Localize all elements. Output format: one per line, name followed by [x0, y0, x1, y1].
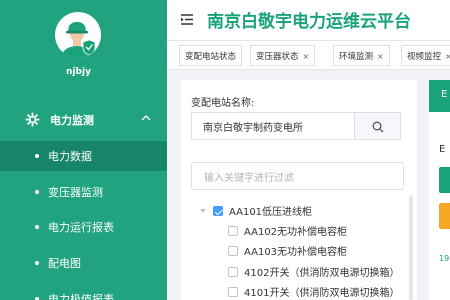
tree-checkbox[interactable]: [228, 246, 238, 256]
close-icon[interactable]: ×: [377, 52, 384, 61]
sidebar-item-distribution-diagram[interactable]: 配电图: [0, 248, 167, 278]
tree-node-label: AA102无功补偿电容柜: [244, 227, 348, 238]
sidebar-item-label: 变压器监测: [48, 186, 103, 199]
sidebar: njbjy 电力监测 电力数据 变压器监测 电力运行报表 配电图 电力极值报表: [0, 0, 167, 300]
sidebar-item-power-operation-report[interactable]: 电力运行报表: [0, 212, 167, 242]
search-icon: [372, 121, 384, 133]
username: njbjy: [66, 67, 91, 77]
sidebar-item-power-extreme-report[interactable]: 电力极值报表: [0, 284, 167, 300]
sidebar-item-label: 电力数据: [48, 150, 92, 163]
station-select[interactable]: 南京白敬宇制药变电所: [191, 112, 354, 140]
monitor-gear-icon: [25, 112, 40, 127]
menu-toggle-icon[interactable]: [181, 14, 193, 25]
station-label: 变配电站名称:: [191, 98, 255, 109]
tree-checkbox[interactable]: [228, 226, 238, 236]
bullet-icon: [35, 154, 39, 158]
right-card-green-button[interactable]: [439, 167, 450, 193]
right-card-orange-button[interactable]: [439, 203, 450, 229]
bullet-icon: [35, 225, 39, 229]
tree-node-label: AA101低压进线柜: [229, 207, 313, 218]
tree-checkbox[interactable]: [228, 267, 238, 277]
tab-bar: 变配电站状态 变压器状态× 环境监测× 视频监控×: [167, 40, 450, 70]
tab-environment-monitoring[interactable]: 环境监测 ×: [333, 45, 390, 66]
tree-checkbox[interactable]: [228, 287, 238, 297]
avatar[interactable]: [55, 12, 101, 58]
tab-label: 变压器状态: [256, 52, 299, 62]
menu-group-label: 电力监测: [50, 114, 94, 127]
right-card-number: 19: [439, 254, 450, 263]
right-card: E E 19: [429, 80, 450, 300]
tab-label: 环境监测: [339, 52, 374, 62]
tree-node-label: AA103无功补偿电容柜: [244, 247, 348, 258]
filter-input[interactable]: 输入关键字进行过滤: [191, 162, 404, 190]
tab-substation-status[interactable]: 变配电站状态: [179, 45, 243, 66]
tab-transformer-status[interactable]: 变压器状态 ×: [250, 45, 316, 66]
header: 南京白敬宇电力运维云平台: [167, 0, 450, 40]
tab-video-monitoring[interactable]: 视频监控×: [401, 45, 450, 66]
sidebar-item-label: 电力极值报表: [48, 293, 114, 300]
tree-checkbox[interactable]: [213, 206, 223, 216]
search-button[interactable]: [354, 112, 401, 140]
chevron-up-icon: [141, 115, 151, 121]
right-card-header[interactable]: E: [429, 80, 450, 112]
close-icon[interactable]: ×: [445, 52, 450, 61]
caret-down-icon[interactable]: [200, 209, 206, 213]
sidebar-item-label: 配电图: [48, 257, 81, 270]
close-icon[interactable]: ×: [303, 52, 310, 61]
engineer-avatar-icon: [62, 22, 96, 58]
tab-label: 变配电站状态: [185, 52, 237, 62]
tree-node-label: 4102开关（供消防双电源切换箱）: [244, 268, 400, 279]
right-card-text: E: [439, 144, 446, 155]
main-content: 变配电站名称: 南京白敬宇制药变电所 输入关键字进行过滤 AA101低压进线柜 …: [167, 70, 450, 300]
tree-node-label: 4101开关（供消防双电源切换箱）: [244, 288, 400, 299]
tab-label: 视频监控: [407, 52, 442, 62]
tree-scrollbar[interactable]: [409, 195, 413, 300]
sidebar-item-power-data[interactable]: 电力数据: [0, 141, 167, 171]
app-title: 南京白敬宇电力运维云平台: [207, 12, 411, 32]
sidebar-item-transformer-monitoring[interactable]: 变压器监测: [0, 177, 167, 207]
menu-group-power-monitoring[interactable]: 电力监测: [0, 110, 167, 130]
bullet-icon: [35, 190, 39, 194]
bullet-icon: [35, 261, 39, 265]
sidebar-item-label: 电力运行报表: [48, 221, 114, 234]
station-tree-panel: 变配电站名称: 南京白敬宇制药变电所 输入关键字进行过滤 AA101低压进线柜 …: [181, 80, 417, 300]
